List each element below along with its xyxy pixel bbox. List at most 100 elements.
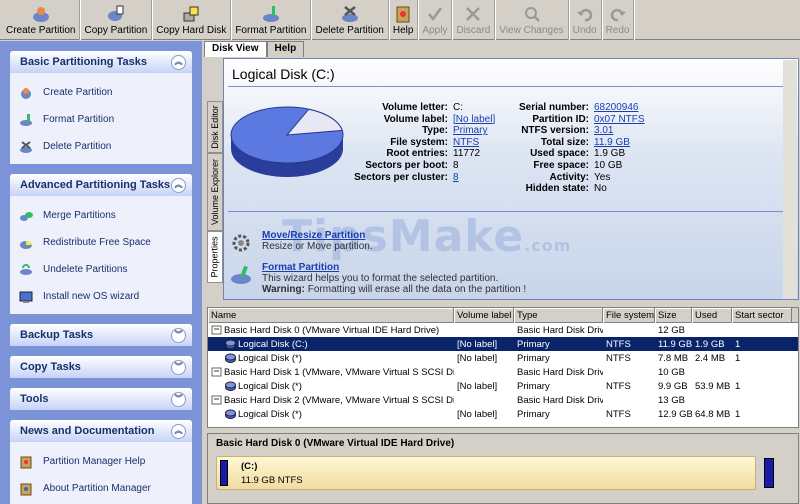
property-value[interactable]: 3.01	[594, 125, 684, 137]
vtab-properties[interactable]: Properties	[207, 231, 223, 283]
column-header[interactable]: File system	[603, 308, 655, 323]
move-resize-link[interactable]: Move/Resize Partition	[262, 230, 373, 241]
property-value: 10 GB	[594, 159, 623, 171]
copy-tasks-title: Copy Tasks	[20, 361, 81, 373]
divider	[228, 86, 793, 87]
apply-button[interactable]: Apply	[418, 0, 453, 40]
undo-button[interactable]: Undo	[569, 0, 602, 40]
copy-hard-disk-button[interactable]: Copy Hard Disk	[152, 0, 232, 40]
table-header: Name Volume label Type File system Size Used S…	[208, 308, 798, 323]
disk-map-title: Basic Hard Disk 0 (VMware Virtual IDE Ha…	[216, 438, 455, 449]
collapse-up-icon[interactable]: ︽	[171, 423, 186, 439]
redo-button[interactable]: Redo	[602, 0, 635, 40]
sidebar: Basic Partitioning Tasks ︽ Create Partit…	[0, 41, 202, 504]
partition-icon	[225, 381, 236, 391]
row-name-text: Logical Disk (*)	[238, 380, 302, 392]
column-header[interactable]: Type	[514, 308, 603, 323]
tab-help[interactable]: Help	[266, 41, 305, 57]
row-name-text: Basic Hard Disk 1 (VMware, VMware Virtua…	[224, 366, 454, 378]
column-header[interactable]: Volume label	[454, 308, 514, 323]
property-key: Type:	[422, 125, 448, 137]
task-label: About Partition Manager	[43, 483, 151, 494]
tab-disk-view[interactable]: Disk View	[204, 41, 267, 57]
property-key: File system:	[390, 136, 448, 148]
task-merge-partitions[interactable]: Merge Partitions	[18, 202, 184, 229]
table-row[interactable]: Logical Disk (*) [No label] Primary NTFS 9.9…	[208, 379, 798, 393]
discard-button[interactable]: Discard	[452, 0, 496, 40]
vertical-scrollbar[interactable]	[783, 60, 797, 299]
format-partition-button[interactable]: Format Partition	[231, 0, 312, 40]
install-os-icon	[18, 289, 34, 305]
backup-tasks-header[interactable]: Backup Tasks ︾	[10, 324, 192, 346]
expand-down-icon[interactable]: ︾	[171, 327, 186, 343]
tools-header[interactable]: Tools ︾	[10, 388, 192, 410]
column-header[interactable]: Name	[208, 308, 454, 323]
disk-map-partition-c[interactable]: (C:) 11.9 GB NTFS	[216, 456, 756, 490]
column-header[interactable]: Size	[655, 308, 692, 323]
copy-partition-button[interactable]: Copy Partition	[80, 0, 153, 40]
help-book-icon	[18, 454, 34, 470]
expand-down-icon[interactable]: ︾	[171, 391, 186, 407]
table-row[interactable]: Basic Hard Disk 2 (VMware, VMware Virtua…	[208, 393, 798, 407]
action-format[interactable]: Format Partition This wizard helps you t…	[230, 262, 526, 295]
table-row[interactable]: Basic Hard Disk 1 (VMware, VMware Virtua…	[208, 365, 798, 379]
column-header[interactable]: Start sector	[732, 308, 792, 323]
view-changes-button[interactable]: View Changes	[495, 0, 569, 40]
task-undelete-partitions[interactable]: Undelete Partitions	[18, 256, 184, 283]
undelete-partitions-icon	[18, 262, 34, 278]
copy-tasks-header[interactable]: Copy Tasks ︾	[10, 356, 192, 378]
disk-map-size-label: 11.9 GB NTFS	[241, 475, 303, 486]
property-key: Free space:	[533, 159, 589, 171]
row-name-text: Logical Disk (C:)	[238, 338, 308, 350]
disk-map-small-partition[interactable]	[764, 458, 774, 488]
create-partition-icon	[18, 85, 34, 101]
create-partition-button[interactable]: Create Partition	[2, 0, 81, 40]
format-partition-icon	[261, 5, 281, 23]
vtab-label: Properties	[210, 236, 220, 278]
format-link[interactable]: Format Partition	[262, 262, 526, 273]
redo-icon	[608, 5, 628, 23]
table-cell: NTFS	[606, 352, 631, 364]
expand-down-icon[interactable]: ︾	[171, 359, 186, 375]
task-create-partition[interactable]: Create Partition	[18, 79, 184, 106]
column-header[interactable]: Used	[692, 308, 732, 323]
table-cell: 12.9 GB	[658, 408, 692, 420]
advanced-tasks-header[interactable]: Advanced Partitioning Tasks ︽	[10, 174, 192, 196]
task-delete-partition[interactable]: Delete Partition	[18, 133, 184, 160]
table-row[interactable]: Logical Disk (*) [No label] Primary NTFS 7.8…	[208, 351, 798, 365]
format-warning: Warning: Formatting will erase all the d…	[262, 284, 526, 295]
task-install-new-os-wizard[interactable]: Install new OS wizard	[18, 283, 184, 310]
action-move-resize[interactable]: Move/Resize Partition Resize or Move par…	[230, 230, 373, 252]
hard-disk-icon	[211, 325, 222, 335]
collapse-up-icon[interactable]: ︽	[171, 54, 186, 70]
vtab-volume-explorer[interactable]: Volume Explorer	[207, 153, 223, 231]
row-name-cell: Basic Hard Disk 1 (VMware, VMware Virtua…	[208, 367, 454, 378]
row-name-cell: Logical Disk (*)	[208, 409, 454, 420]
about-icon	[18, 481, 34, 497]
basic-tasks-title: Basic Partitioning Tasks	[20, 56, 147, 68]
table-cell: 10 GB	[658, 366, 685, 378]
delete-partition-button[interactable]: Delete Partition	[311, 0, 389, 40]
table-cell: 1	[735, 408, 741, 420]
task-redistribute-free-space[interactable]: Redistribute Free Space	[18, 229, 184, 256]
task-partition-manager-help[interactable]: Partition Manager Help	[18, 448, 184, 475]
table-cell: 1	[735, 338, 741, 350]
table-row[interactable]: Logical Disk (*) [No label] Primary NTFS 12.…	[208, 407, 798, 421]
table-row[interactable]: Logical Disk (C:) [No label] Primary NTFS 11…	[208, 337, 798, 351]
collapse-up-icon[interactable]: ︽	[171, 177, 186, 193]
format-partition-icon	[230, 264, 252, 289]
format-partition-icon	[18, 112, 34, 128]
help-button[interactable]: Help	[389, 0, 419, 40]
table-row[interactable]: Basic Hard Disk 0 (VMware Virtual IDE Ha…	[208, 323, 798, 337]
basic-tasks-header[interactable]: Basic Partitioning Tasks ︽	[10, 51, 192, 73]
task-label: Partition Manager Help	[43, 456, 146, 467]
property-value[interactable]: 0x07 NTFS	[594, 114, 684, 126]
task-about-partition-manager[interactable]: About Partition Manager	[18, 475, 184, 502]
task-label: Create Partition	[43, 87, 113, 98]
news-header[interactable]: News and Documentation ︽	[10, 420, 192, 442]
property-value[interactable]: 11.9 GB	[594, 137, 684, 149]
property-value[interactable]: 68200946	[594, 102, 684, 114]
vtab-disk-editor[interactable]: Disk Editor	[207, 101, 223, 153]
partition-icon	[225, 339, 236, 349]
task-format-partition[interactable]: Format Partition	[18, 106, 184, 133]
